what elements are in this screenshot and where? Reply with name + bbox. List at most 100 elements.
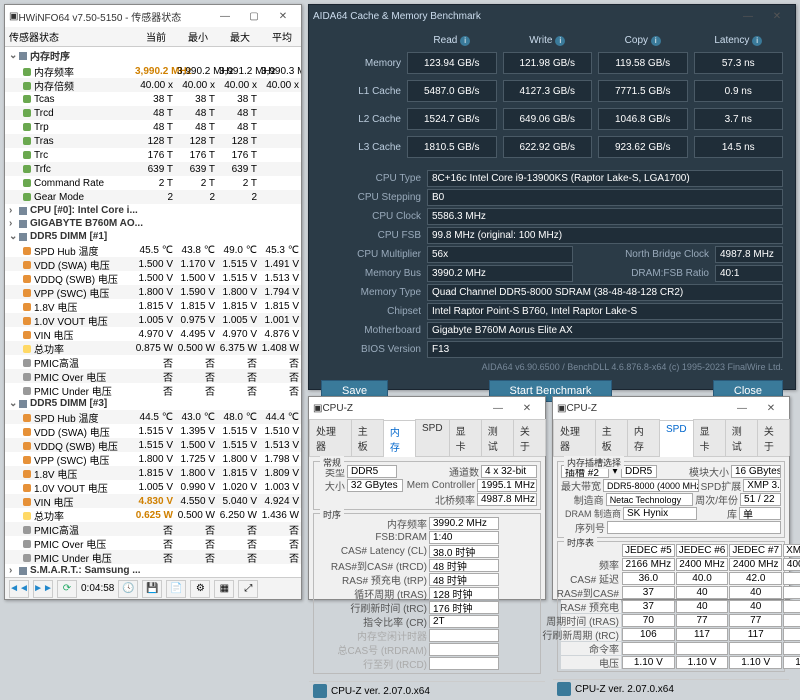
tab-3[interactable]: SPD (659, 420, 694, 457)
sensor-row[interactable]: VPP (SWC) 电压1.800 V1.725 V1.800 V1.798 V (5, 452, 301, 466)
timing-row: 行至列 (tRCD) (317, 657, 537, 670)
tab-5[interactable]: 测试 (481, 419, 514, 456)
cpuz-spd-window: ▣ CPU-Z —✕ 处理器主板内存SPD显卡测试关于 内存插槽选择 插槽 #2… (552, 396, 790, 600)
sensor-row[interactable]: PMIC高温否否否否 (5, 522, 301, 536)
sensor-row[interactable]: Gear Mode222 (5, 190, 301, 204)
info-icon[interactable]: i (752, 36, 762, 46)
sensor-row[interactable]: VPP (SWC) 电压1.800 V1.590 V1.800 V1.794 V (5, 285, 301, 299)
sensor-row[interactable]: PMIC Under 电压否否否否 (5, 383, 301, 397)
sensor-row[interactable]: 总功率0.875 W0.500 W6.375 W1.408 W (5, 341, 301, 355)
sensor-group[interactable]: ⌄DDR5 DIMM [#1] (5, 230, 301, 243)
sensor-row[interactable]: VDDQ (SWB) 电压1.500 V1.500 V1.515 V1.513 … (5, 271, 301, 285)
sensor-group[interactable]: ›CPU [#0]: Intel Core i... (5, 204, 301, 217)
sensor-row[interactable]: PMIC Over 电压否否否否 (5, 369, 301, 383)
sensor-row[interactable]: Command Rate2 T2 T2 T (5, 176, 301, 190)
sensor-group[interactable]: ›GIGABYTE B760M AO... (5, 217, 301, 230)
sensor-row[interactable]: VDD (SWA) 电压1.515 V1.395 V1.515 V1.510 V (5, 424, 301, 438)
spd-cell: 38.0 (783, 572, 800, 585)
tab-1[interactable]: 主板 (595, 419, 628, 456)
info-icon[interactable]: i (460, 36, 470, 46)
sensor-row[interactable]: 1.8V 电压1.815 V1.800 V1.815 V1.809 V (5, 466, 301, 480)
sensor-row[interactable]: 1.0V VOUT 电压1.005 V0.990 V1.020 V1.003 V (5, 480, 301, 494)
tab-5[interactable]: 测试 (725, 419, 758, 456)
tab-3[interactable]: SPD (415, 419, 450, 456)
close-button[interactable]: ✕ (513, 399, 541, 417)
aida-titlebar[interactable]: AIDA64 Cache & Memory Benchmark — ✕ (309, 5, 795, 27)
log-icon[interactable]: 📄 (166, 580, 186, 598)
minimize-button[interactable]: — (734, 7, 762, 25)
minimize-button[interactable]: — (211, 7, 239, 25)
col-max[interactable]: 最大 (219, 29, 261, 44)
tab-4[interactable]: 显卡 (449, 419, 482, 456)
sensor-row[interactable]: VDDQ (SWB) 电压1.515 V1.500 V1.515 V1.513 … (5, 438, 301, 452)
nav-fwd-button[interactable]: ►► (33, 580, 53, 598)
tab-2[interactable]: 内存 (383, 420, 416, 457)
tab-2[interactable]: 内存 (627, 419, 660, 456)
sensor-row[interactable]: VDD (SWA) 电压1.500 V1.170 V1.515 V1.491 V (5, 257, 301, 271)
col-sensor[interactable]: 传感器状态 (5, 29, 135, 44)
sensor-row[interactable]: Tras128 T128 T128 T (5, 134, 301, 148)
layout-icon[interactable]: ▦ (214, 580, 234, 598)
sensor-group[interactable]: ⌄DDR5 DIMM [#3] (5, 397, 301, 410)
sensor-row[interactable]: 内存倍频40.00 x40.00 x40.00 x40.00 x (5, 78, 301, 92)
close-button[interactable]: ✕ (269, 7, 297, 25)
close-button[interactable]: ✕ (763, 7, 791, 25)
sensor-row[interactable]: 总功率0.625 W0.500 W6.250 W1.436 W (5, 508, 301, 522)
sensor-row[interactable]: Trfc639 T639 T639 T (5, 162, 301, 176)
legend-timings-table: 时序表 (564, 536, 597, 549)
sensor-row[interactable]: SPD Hub 温度45.5 ℃43.8 ℃49.0 ℃45.3 ℃ (5, 243, 301, 257)
sensor-row[interactable]: 内存频率3,990.2 MHz3,990.2 MHz3,991.2 MHz3,9… (5, 64, 301, 78)
timing-row: FSB:DRAM1:40 (317, 531, 537, 544)
sensor-row[interactable]: 1.8V 电压1.815 V1.815 V1.815 V1.815 V (5, 299, 301, 313)
cpuz-titlebar[interactable]: ▣ CPU-Z —✕ (309, 397, 545, 419)
expand-icon[interactable]: ⤢ (238, 580, 258, 598)
modsize-value: 16 GBytes (731, 465, 781, 478)
sensor-row[interactable]: PMIC Over 电压否否否否 (5, 536, 301, 550)
tab-0[interactable]: 处理器 (309, 419, 352, 456)
col-min[interactable]: 最小 (177, 29, 219, 44)
tab-4[interactable]: 显卡 (693, 419, 726, 456)
spd-row-label: 频率 (561, 558, 621, 571)
sensor-row[interactable]: Trc176 T176 T176 T (5, 148, 301, 162)
sensor-group[interactable]: ⌄内存时序 (5, 47, 301, 64)
maximize-button[interactable]: ▢ (240, 7, 268, 25)
timing-row: 指令比率 (CR)2T (317, 615, 537, 628)
info-icon[interactable]: i (651, 36, 661, 46)
sensor-row[interactable]: VIN 电压4.970 V4.495 V4.970 V4.876 V (5, 327, 301, 341)
tab-6[interactable]: 关于 (513, 419, 546, 456)
sensor-row[interactable]: PMIC高温否否否否 (5, 355, 301, 369)
cpuz-version: CPU-Z ver. 2.07.0.x64 (575, 684, 674, 695)
clock-icon[interactable]: 🕓 (118, 580, 138, 598)
nav-back-button[interactable]: ◄◄ (9, 580, 29, 598)
spd-cell: 2400 MHz (676, 558, 729, 571)
sensor-row[interactable]: 1.0V VOUT 电压1.005 V0.975 V1.005 V1.001 V (5, 313, 301, 327)
refresh-button[interactable]: ⟳ (57, 580, 77, 598)
sensor-row[interactable]: SPD Hub 温度44.5 ℃43.0 ℃48.0 ℃44.4 ℃ (5, 410, 301, 424)
cpuz-titlebar[interactable]: ▣ CPU-Z —✕ (553, 397, 789, 419)
tab-0[interactable]: 处理器 (553, 419, 596, 456)
tab-6[interactable]: 关于 (757, 419, 790, 456)
settings-icon[interactable]: ⚙ (190, 580, 210, 598)
info-icon[interactable]: i (555, 36, 565, 46)
close-button[interactable]: ✕ (757, 399, 785, 417)
minimize-button[interactable]: — (484, 399, 512, 417)
timing-row: 总CAS号 (tRDRAM) (317, 643, 537, 656)
sensor-group[interactable]: ›S.M.A.R.T.: Samsung ... (5, 564, 301, 577)
spd-cell: 40.0 (676, 572, 729, 585)
tab-1[interactable]: 主板 (351, 419, 384, 456)
sensor-row[interactable]: Trp48 T48 T48 T (5, 120, 301, 134)
channels-label: 通道数 (449, 464, 479, 479)
save-icon[interactable]: 💾 (142, 580, 162, 598)
hwinfo-titlebar[interactable]: ▣ HWiNFO64 v7.50-5150 - 传感器状态 — ▢ ✕ (5, 5, 301, 27)
sensor-row[interactable]: VIN 电压4.830 V4.550 V5.040 V4.924 V (5, 494, 301, 508)
spd-cell: 77 (729, 614, 782, 627)
minimize-button[interactable]: — (728, 399, 756, 417)
col-current[interactable]: 当前 (135, 29, 177, 44)
hwinfo-body[interactable]: ⌄内存时序内存频率3,990.2 MHz3,990.2 MHz3,991.2 M… (5, 47, 301, 577)
sensor-row[interactable]: PMIC Under 电压否否否否 (5, 550, 301, 564)
col-avg[interactable]: 平均 (261, 29, 303, 44)
size-value: 32 GBytes (347, 479, 403, 492)
elapsed-time: 0:04:58 (81, 583, 114, 594)
sensor-row[interactable]: Trcd48 T48 T48 T (5, 106, 301, 120)
sensor-row[interactable]: Tcas38 T38 T38 T (5, 92, 301, 106)
